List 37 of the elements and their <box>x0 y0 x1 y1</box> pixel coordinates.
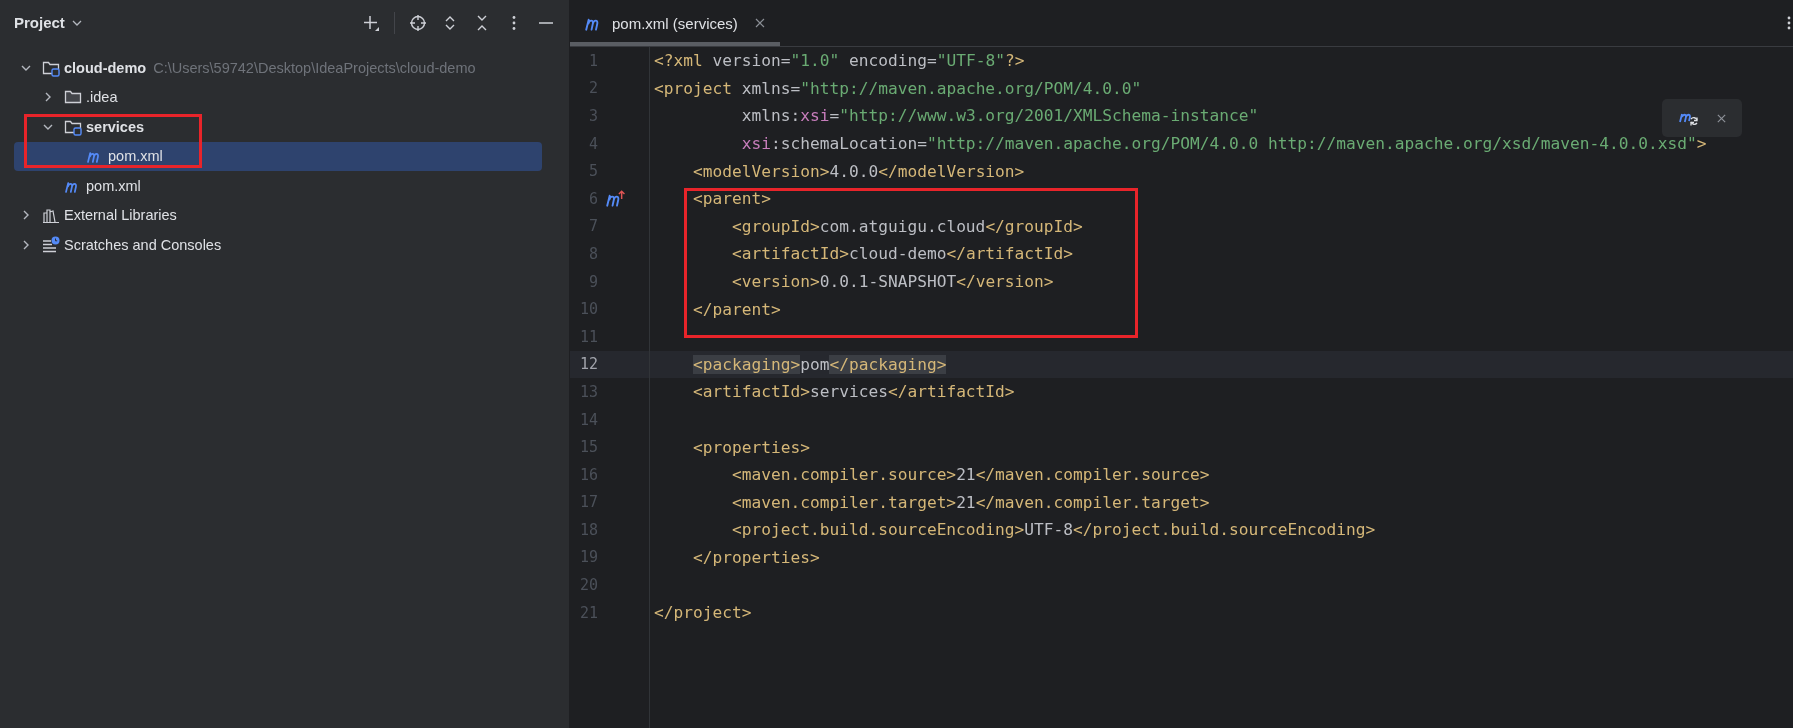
code-line: xmlns:xsi="http://www.w3.org/2001/XMLSchema-instance" <box>740 106 1259 126</box>
code-line: <modelVersion>4.0.0</modelVersion> <box>691 161 1025 181</box>
m-arrow-up-icon[interactable] <box>605 188 625 209</box>
code-line: xsi:schemaLocation="http://maven.apache.org/POM/4.0.0 http://maven.apache.org/xsd/maven-4.0.0.xsd"> <box>740 134 1707 154</box>
tree-item[interactable]: cloud-demo C:\Users\59742\Desktop\IdeaProjects\cloud-demo <box>14 53 542 83</box>
tree-item[interactable]: External Libraries <box>14 200 542 230</box>
code-line: <project xmlns="http://maven.apache.org/POM/4.0.0" <box>653 78 1142 98</box>
code-line: <?xml version="1.0" encoding="UTF-8"?> <box>653 51 1025 71</box>
library-icon <box>42 206 60 225</box>
code-line: </properties> <box>691 548 820 567</box>
add-icon[interactable] <box>362 13 380 32</box>
tree-item[interactable]: pom.xml <box>14 171 542 201</box>
code-line: <artifactId>services</artifactId> <box>691 382 1015 402</box>
tree-item[interactable]: Scratches and Consoles <box>14 230 542 260</box>
tree-item[interactable]: services <box>14 112 542 142</box>
tree-item[interactable]: .idea <box>14 82 542 112</box>
scratch-icon <box>42 235 60 254</box>
panel-title[interactable]: Project <box>14 14 65 31</box>
close-icon[interactable] <box>1715 112 1727 124</box>
code-line: <maven.compiler.source>21</maven.compiler.source> <box>730 465 1210 485</box>
editor-tab[interactable]: pom.xml (services) <box>570 0 780 46</box>
code-line: <version>0.0.1-SNAPSHOT</version> <box>730 272 1054 292</box>
code-line: </parent> <box>691 299 781 319</box>
more-options-icon[interactable] <box>1786 14 1792 32</box>
tree-item[interactable]: pom.xml <box>14 141 542 171</box>
code-line: <packaging>pom</packaging> <box>691 354 947 374</box>
line-number: 12 <box>578 355 598 374</box>
code-line: <maven.compiler.target>21</maven.compiler.target> <box>730 492 1210 512</box>
code-line: <project.build.sourceEncoding>UTF-8</project.build.sourceEncoding> <box>730 520 1376 540</box>
crosshair-icon[interactable] <box>409 13 427 32</box>
code-line: <parent> <box>691 189 771 209</box>
code-line: <properties> <box>691 437 810 457</box>
path-hint: C:\Users\59742\Desktop\IdeaProjects\cloud-demo <box>153 59 476 76</box>
close-icon[interactable] <box>753 17 766 29</box>
code-line: </project> <box>653 603 752 623</box>
code-line: <artifactId>cloud-demo</artifactId> <box>730 244 1074 264</box>
code-line: <groupId>com.atguigu.cloud</groupId> <box>730 216 1083 236</box>
